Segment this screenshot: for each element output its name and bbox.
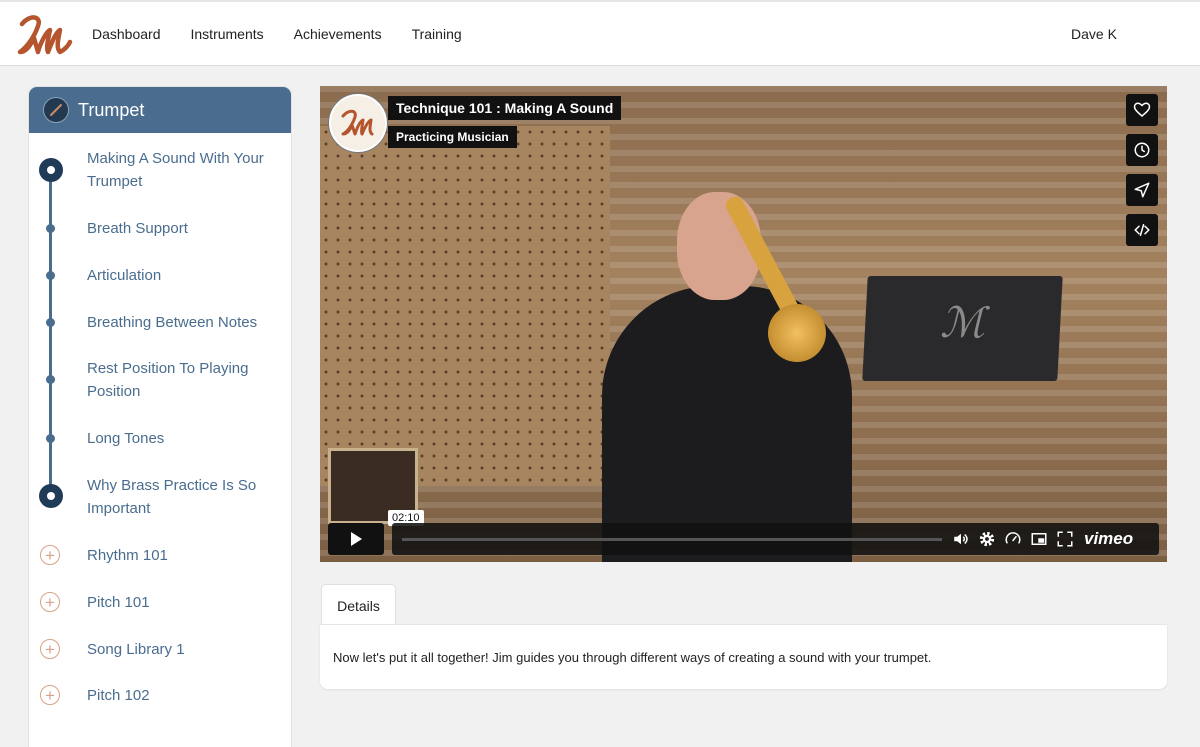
step-dot-icon bbox=[46, 318, 55, 327]
video-channel[interactable]: Practicing Musician bbox=[388, 126, 517, 148]
channel-avatar[interactable] bbox=[329, 94, 387, 152]
clock-icon bbox=[1134, 142, 1150, 158]
practicing-musician-logo[interactable] bbox=[16, 12, 74, 58]
lesson-item[interactable]: Rest Position To Playing Position bbox=[29, 357, 291, 403]
embed-icon bbox=[1134, 224, 1150, 236]
course-item[interactable]: + Rhythm 101 bbox=[29, 544, 291, 567]
fullscreen-icon[interactable] bbox=[1056, 530, 1074, 548]
video-frame-pegboard bbox=[320, 126, 610, 486]
nav-achievements[interactable]: Achievements bbox=[294, 26, 382, 42]
current-step-icon bbox=[39, 158, 63, 182]
settings-gear-icon[interactable] bbox=[978, 530, 996, 548]
lesson-label: Breath Support bbox=[87, 220, 188, 237]
player-controls: vimeo bbox=[328, 522, 1159, 556]
control-bar: vimeo bbox=[392, 523, 1159, 555]
course-label: Rhythm 101 bbox=[87, 547, 168, 564]
play-button[interactable] bbox=[328, 523, 384, 555]
nav-dashboard[interactable]: Dashboard bbox=[92, 26, 161, 42]
stand-logo-mark: ℳ bbox=[940, 298, 985, 347]
step-dot-icon bbox=[46, 434, 55, 443]
course-label: Song Library 1 bbox=[87, 641, 185, 658]
lesson-label: Articulation bbox=[87, 267, 162, 284]
step-dot-icon bbox=[46, 271, 55, 280]
embed-button[interactable] bbox=[1126, 214, 1158, 246]
step-dot-icon bbox=[46, 224, 55, 233]
lesson-description: Now let's put it all together! Jim guide… bbox=[333, 650, 932, 665]
lesson-item[interactable]: Long Tones bbox=[29, 427, 291, 450]
course-label: Pitch 102 bbox=[87, 687, 150, 704]
play-icon bbox=[351, 532, 362, 546]
course-sidebar: Trumpet Making A Sound With Your Trumpet… bbox=[29, 87, 291, 747]
course-label: Pitch 101 bbox=[87, 594, 150, 611]
like-button[interactable] bbox=[1126, 94, 1158, 126]
course-item[interactable]: + Pitch 102 bbox=[29, 684, 291, 707]
course-item[interactable]: + Song Library 1 bbox=[29, 638, 291, 661]
send-icon bbox=[1134, 182, 1150, 198]
share-button[interactable] bbox=[1126, 174, 1158, 206]
heart-icon bbox=[1133, 102, 1151, 117]
step-dot-icon bbox=[46, 375, 55, 384]
lesson-label: Why Brass Practice Is So Important bbox=[87, 477, 257, 517]
sidebar-title: Trumpet bbox=[78, 99, 145, 120]
expand-plus-icon[interactable]: + bbox=[40, 639, 60, 659]
picture-in-picture-icon[interactable] bbox=[1030, 530, 1048, 548]
lesson-label: Breathing Between Notes bbox=[87, 314, 258, 331]
lesson-item[interactable]: Making A Sound With Your Trumpet bbox=[29, 147, 291, 193]
lesson-label: Making A Sound With Your Trumpet bbox=[87, 150, 264, 190]
tab-details[interactable]: Details bbox=[321, 584, 396, 626]
lesson-label: Long Tones bbox=[87, 430, 165, 447]
nav-training[interactable]: Training bbox=[412, 26, 462, 42]
main-nav: Dashboard Instruments Achievements Train… bbox=[92, 2, 492, 66]
lesson-label: Rest Position To Playing Position bbox=[87, 360, 249, 400]
progress-track[interactable] bbox=[402, 538, 942, 541]
vimeo-logo[interactable]: vimeo bbox=[1084, 529, 1133, 549]
course-item[interactable]: + Pitch 101 bbox=[29, 591, 291, 614]
volume-icon[interactable] bbox=[952, 530, 970, 548]
nav-instruments[interactable]: Instruments bbox=[191, 26, 264, 42]
expand-plus-icon[interactable]: + bbox=[40, 592, 60, 612]
lesson-item[interactable]: Articulation bbox=[29, 264, 291, 287]
trumpet-icon bbox=[43, 97, 69, 123]
lesson-item[interactable]: Breath Support bbox=[29, 217, 291, 240]
lesson-item[interactable]: Breathing Between Notes bbox=[29, 311, 291, 334]
video-title[interactable]: Technique 101 : Making A Sound bbox=[388, 96, 622, 120]
details-panel: Now let's put it all together! Jim guide… bbox=[320, 624, 1167, 689]
lesson-item[interactable]: Why Brass Practice Is So Important bbox=[29, 474, 291, 520]
milestone-step-icon bbox=[39, 484, 63, 508]
playback-speed-icon[interactable] bbox=[1004, 530, 1022, 548]
video-player[interactable]: ℳ Technique 101 : Making A Sound Practic… bbox=[320, 86, 1167, 562]
expand-plus-icon[interactable]: + bbox=[40, 685, 60, 705]
control-icons: vimeo bbox=[952, 529, 1141, 549]
video-frame-trumpet-bell bbox=[768, 304, 826, 362]
user-menu[interactable]: Dave K bbox=[1071, 26, 1117, 42]
watch-later-button[interactable] bbox=[1126, 134, 1158, 166]
expand-plus-icon[interactable]: + bbox=[40, 545, 60, 565]
top-navigation: Dashboard Instruments Achievements Train… bbox=[0, 0, 1200, 66]
sidebar-header[interactable]: Trumpet bbox=[29, 87, 291, 133]
